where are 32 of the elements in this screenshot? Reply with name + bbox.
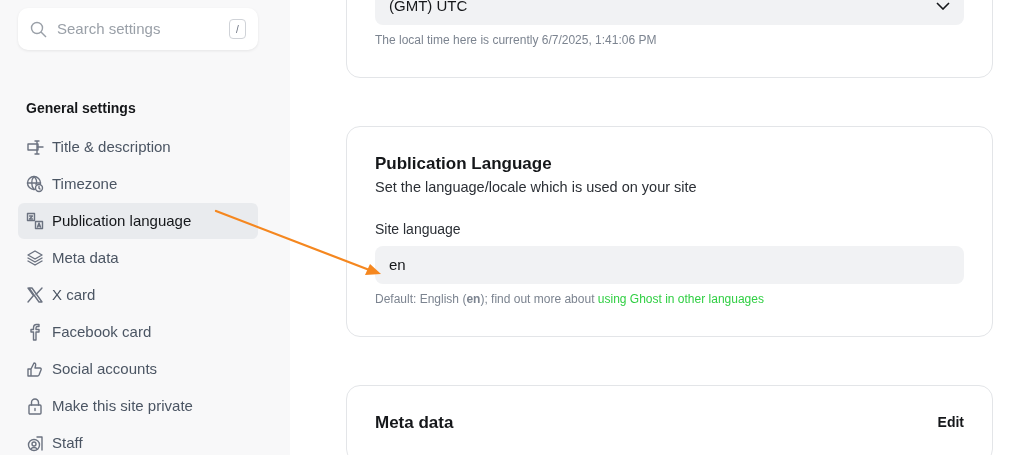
hint-text: Default: English (en); find out more about using Ghost in other languages	[375, 290, 765, 308]
card-description: Set the language/locale which is used on your site	[375, 178, 698, 197]
thumbs-up-icon	[26, 360, 44, 378]
sidebar-item[interactable]: Title & description	[18, 129, 258, 165]
card-title: Meta data	[375, 411, 454, 434]
field-label: Site language	[375, 219, 462, 239]
search-input[interactable]: Search settings	[55, 16, 221, 42]
timezone-select[interactable]: (GMT) UTC	[375, 0, 964, 25]
card-title: Publication Language	[375, 153, 553, 175]
edit-button[interactable]: Edit	[937, 412, 964, 434]
search-icon	[30, 20, 47, 38]
title-icon	[26, 138, 44, 156]
section-title: General settings	[26, 99, 137, 118]
chevron-down-icon	[936, 2, 950, 10]
sidebar-item[interactable]: Staff	[18, 425, 258, 455]
sidebar-item[interactable]: Social accounts	[18, 351, 258, 387]
sidebar-item[interactable]: Publication language	[18, 203, 258, 239]
search-field[interactable]: Search settings /	[18, 8, 258, 50]
lock-icon	[26, 397, 44, 415]
hint-text: The local time here is currently 6/7/2025, 1:41:06 PM	[375, 32, 658, 49]
layers-icon	[26, 249, 44, 267]
sidebar-item[interactable]: Facebook card	[18, 314, 258, 350]
globe-clock-icon	[26, 175, 44, 193]
language-icon	[26, 212, 44, 230]
sidebar-item[interactable]: Timezone	[18, 166, 258, 202]
shortcut-key: /	[229, 19, 246, 39]
input-field[interactable]: en	[375, 245, 964, 284]
sidebar-item[interactable]: Meta data	[18, 240, 258, 276]
x-logo-icon	[26, 286, 44, 304]
sidebar-item[interactable]: Make this site private	[18, 388, 258, 424]
staff-icon	[26, 434, 44, 452]
sidebar-item[interactable]: X card	[18, 277, 258, 313]
